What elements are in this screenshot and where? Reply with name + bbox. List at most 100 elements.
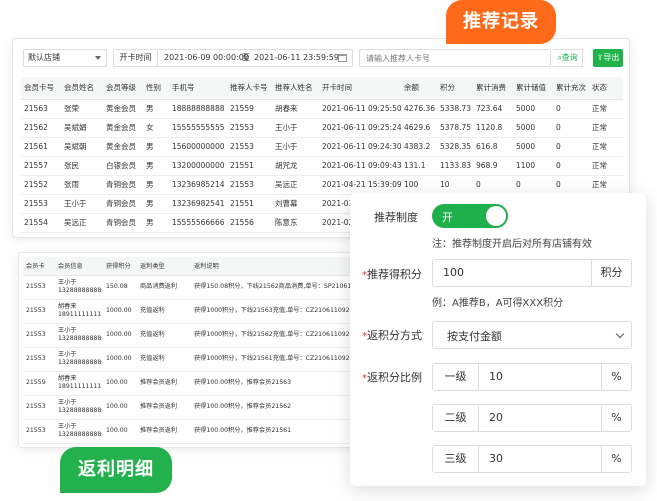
column-header: 会员卡号	[21, 77, 61, 100]
member-phone: 13288888888	[58, 359, 102, 366]
column-header: 累计消费	[473, 77, 513, 100]
level-1-unit: %	[601, 364, 631, 390]
member-phone: 13288888888	[58, 335, 102, 342]
member-phone: 13288888888	[58, 431, 102, 438]
table-cell: 21562	[21, 118, 61, 138]
table-cell: 2021-06-11 09:24:30	[319, 137, 401, 157]
table-header-row: 会员卡号 会员姓名 会员等级 性别 手机号 推荐人卡号 推荐人姓名 开卡时间 余额 积分 累计消费累…	[21, 77, 623, 100]
level-2-name: 二级	[433, 405, 479, 431]
table-cell: 0	[473, 175, 513, 195]
table-row[interactable]: 21559 胡春来 18911111111 100.00 推荐会员返利 获得100.00积…	[23, 371, 381, 396]
table-cell: 1133.83	[437, 156, 473, 176]
rebate-ratio-label: *返积分比例	[362, 371, 422, 384]
referral-points-input[interactable]: 100 积分	[432, 259, 632, 287]
table-cell: 4383.2	[401, 137, 437, 157]
column-header: 获得积分	[103, 257, 137, 276]
points-cell: 1000.00	[103, 299, 137, 324]
rebate-type-cell: 充值返利	[137, 347, 191, 372]
table-cell: 5000	[513, 99, 553, 119]
date-to: 2021-06-11 23:59:59	[254, 53, 339, 62]
table-row[interactable]: 21553 胡春来 18911111111 1000.00 充值返利 获得1000积分，下…	[23, 299, 381, 324]
query-button[interactable]: ⌕查询	[553, 49, 583, 67]
export-button-label: 导出	[603, 53, 620, 62]
table-row[interactable]: 21553 王小于 13288888888 150.08 商品消费返利 获得150.08积…	[23, 275, 381, 300]
table-row[interactable]: 21557 张民 白银会员男 13200000000 21551 胡咒龙 2021-06-1…	[21, 156, 623, 176]
table-cell: 0	[553, 156, 589, 176]
table-cell: 21551	[227, 194, 272, 214]
column-header: 累计充次	[553, 77, 589, 100]
table-row[interactable]: 21563 张荣 黄金会员男 18888888888 21559 胡春来 2021-06-1…	[21, 99, 623, 119]
member-name: 胡春来	[58, 303, 77, 310]
level-2-value: 20	[489, 411, 503, 424]
recommend-records-badge: 推荐记录	[446, 0, 556, 44]
table-row[interactable]: 21553 王小于 13288888888 1000.00 充值返利 获得1000积分，下…	[23, 323, 381, 348]
member-name: 王小于	[58, 399, 77, 406]
table-row[interactable]: 21562 吴斌娟 黄金会员女 15555555555 21553 王小于 2021-06-…	[21, 118, 623, 138]
calendar-icon	[338, 54, 347, 62]
table-cell: 女	[143, 118, 169, 138]
table-cell: 0	[513, 175, 553, 195]
table-cell: 21553	[227, 175, 272, 195]
column-header: 会员卡	[23, 257, 55, 276]
table-cell: 5000	[513, 137, 553, 157]
table-cell: 21556	[227, 213, 272, 233]
table-cell: 张雨	[61, 175, 103, 195]
rebate-detail-table: 会员卡 会员信息 获得积分 返利类型 返利说明 21553 王小于 13288888888 1…	[23, 257, 381, 444]
rebate-method-label: *返积分方式	[362, 329, 422, 342]
open-date-range[interactable]: 开卡时间 2021-06-09 00:00:00 至 2021-06-11 23…	[113, 49, 353, 67]
column-header: 推荐人卡号	[227, 77, 272, 100]
referral-points-unit: 积分	[591, 260, 631, 286]
table-cell: 男	[143, 213, 169, 233]
table-cell: 0	[553, 137, 589, 157]
table-cell: 男	[143, 194, 169, 214]
table-cell: 5328.35	[437, 137, 473, 157]
level-3-ratio-input[interactable]: 三级 30 %	[432, 445, 632, 473]
level-3-unit: %	[601, 446, 631, 472]
referral-settings-panel: 推荐制度 开 注：推荐制度开启后对所有店铺有效 *推荐得积分 100 积分 例：…	[350, 193, 646, 486]
rebate-method-select[interactable]: 按支付金额	[432, 321, 632, 349]
table-cell: 13236982541	[169, 194, 227, 214]
level-2-ratio-input[interactable]: 二级 20 %	[432, 404, 632, 432]
export-button[interactable]: ⇪导出	[593, 49, 623, 67]
date-from: 2021-06-09 00:00:00	[164, 53, 249, 62]
column-header: 会员姓名	[61, 77, 103, 100]
table-cell: 4629.6	[401, 118, 437, 138]
referral-points-value: 100	[443, 266, 464, 279]
member-info-cell: 王小于 13288888888	[55, 347, 103, 372]
rebate-detail-panel: 会员卡 会员信息 获得积分 返利类型 返利说明 21553 王小于 13288888888 1…	[18, 252, 382, 448]
referral-system-toggle[interactable]: 开	[432, 204, 508, 228]
rebate-type-cell: 推荐会员返利	[137, 395, 191, 420]
table-cell: 1120.8	[473, 118, 513, 138]
table-cell: 21557	[21, 156, 61, 176]
table-cell: 21553	[227, 137, 272, 157]
table-cell: 吴远正	[61, 213, 103, 233]
table-cell: 13200000000	[169, 156, 227, 176]
table-cell: 王小于	[272, 137, 319, 157]
toggle-knob	[486, 206, 506, 226]
member-name: 王小于	[58, 279, 77, 286]
table-cell: 10	[437, 175, 473, 195]
level-1-ratio-input[interactable]: 一级 10 %	[432, 363, 632, 391]
table-cell: 21554	[21, 213, 61, 233]
table-cell: 正常	[589, 99, 623, 119]
points-cell: 100.00	[103, 419, 137, 444]
date-separator: 至	[242, 53, 250, 62]
rebate-type-cell: 商品消费返利	[137, 275, 191, 300]
table-row[interactable]: 21553 王小于 13288888888 100.00 推荐会员返利 获得100.00积…	[23, 395, 381, 420]
table-cell: 2021-06-11 09:25:24	[319, 118, 401, 138]
level-1-value: 10	[489, 370, 503, 383]
query-button-label: 查询	[561, 53, 578, 62]
member-info-cell: 王小于 13288888888	[55, 419, 103, 444]
member-name: 王小于	[58, 423, 77, 430]
date-range-label: 开卡时间	[114, 50, 158, 66]
table-cell: 胡咒龙	[272, 156, 319, 176]
table-row[interactable]: 21552 张雨 青铜会员男 13236985214 21553 吴远正 2021-04-2…	[21, 175, 623, 195]
table-cell: 100	[401, 175, 437, 195]
store-select[interactable]: 默认店铺	[23, 49, 107, 67]
table-row[interactable]: 21561 吴斌朝 黄金会员男 15600000000 21553 王小于 2021-06-…	[21, 137, 623, 157]
table-row[interactable]: 21553 王小于 13288888888 100.00 推荐会员返利 获得100.00积…	[23, 419, 381, 444]
level-3-name: 三级	[433, 446, 479, 472]
table-row[interactable]: 21553 王小于 13288888888 1000.00 充值返利 获得1000积分，下…	[23, 347, 381, 372]
referrer-card-search-input[interactable]	[359, 49, 551, 67]
rebate-type-cell: 推荐会员返利	[137, 419, 191, 444]
